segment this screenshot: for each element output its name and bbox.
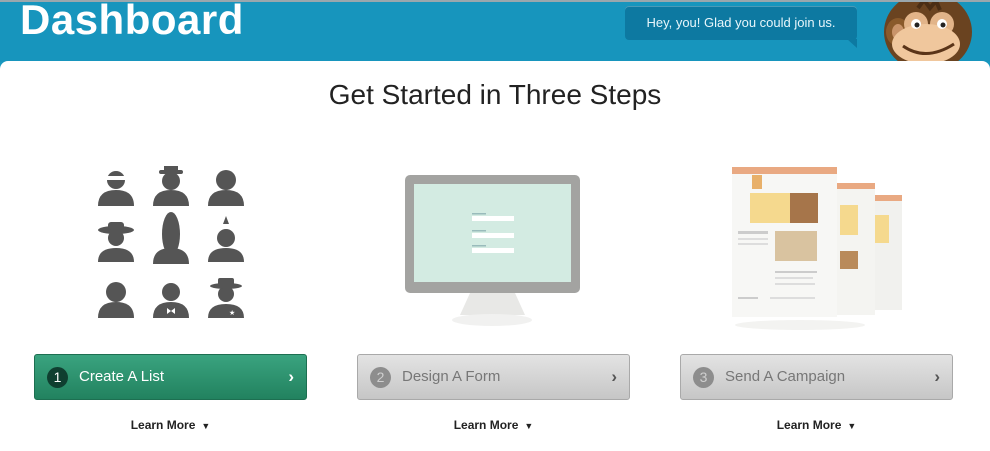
send-campaign-button[interactable]: 3 Send A Campaign › xyxy=(680,354,953,400)
caret-down-icon: ▼ xyxy=(847,421,857,431)
learn-more-link[interactable]: Learn More ▼ xyxy=(357,418,630,432)
step-label: Create A List xyxy=(79,368,165,385)
caret-down-icon: ▼ xyxy=(524,421,534,431)
email-campaign-icon xyxy=(730,163,910,333)
chevron-right-icon: › xyxy=(934,367,940,386)
learn-more-label: Learn More xyxy=(453,418,519,432)
step-number-badge: 3 xyxy=(693,367,714,388)
design-form-button[interactable]: 2 Design A Form › xyxy=(357,354,630,400)
learn-more-label: Learn More xyxy=(776,418,842,432)
caret-down-icon: ▼ xyxy=(201,421,211,431)
chevron-right-icon: › xyxy=(611,367,617,386)
step-label: Send A Campaign xyxy=(725,368,846,385)
svg-text:★: ★ xyxy=(229,309,235,317)
step-number-badge: 1 xyxy=(47,367,68,388)
create-list-button[interactable]: 1 Create A List › xyxy=(34,354,307,400)
greeting-bubble: Hey, you! Glad you could join us. xyxy=(625,6,857,48)
chimp-mascot-icon xyxy=(858,2,990,64)
learn-more-link[interactable]: Learn More ▼ xyxy=(34,418,307,432)
learn-more-link[interactable]: Learn More ▼ xyxy=(680,418,953,432)
learn-more-label: Learn More xyxy=(130,418,196,432)
people-silhouettes-icon: ★ xyxy=(92,162,252,332)
chevron-right-icon: › xyxy=(288,367,294,386)
step-label: Design A Form xyxy=(402,368,501,385)
header-bar: Dashboard Hey, you! Glad you could join … xyxy=(0,0,990,64)
monitor-form-icon xyxy=(400,170,590,335)
section-heading: Get Started in Three Steps xyxy=(328,79,662,110)
step-number-badge: 2 xyxy=(370,367,391,388)
page-title: Dashboard xyxy=(20,0,244,43)
